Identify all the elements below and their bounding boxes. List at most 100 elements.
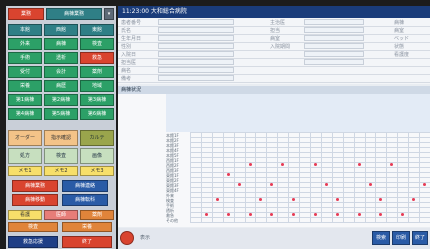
form-label: 担当医 — [121, 60, 137, 66]
quick-button-3[interactable]: 処方 — [8, 148, 42, 164]
grid-marker — [226, 213, 230, 216]
grid-hline — [190, 222, 430, 223]
patient-form: 患者番号 主治医 病棟 氏名 担当 病室 生年月日 病室 ベッド 性別 入院期間… — [118, 18, 430, 84]
grid-hline — [190, 157, 430, 158]
form-field[interactable] — [304, 51, 364, 57]
quick-button-0[interactable]: オーダー — [8, 130, 42, 146]
action-button-8[interactable]: 栄養 — [62, 222, 112, 232]
form-label: 患者番号 — [121, 20, 142, 26]
grid-marker — [335, 198, 339, 201]
grid-hline — [190, 217, 430, 218]
grid-button-20[interactable]: 第6病棟 — [80, 108, 114, 120]
action-button-1[interactable]: 病棟連絡 — [62, 180, 108, 192]
form-field[interactable] — [158, 51, 234, 57]
grid-hline — [190, 202, 430, 203]
action-button-3[interactable]: 病棟転科 — [62, 194, 108, 206]
grid-button-4[interactable]: 病棟 — [44, 38, 78, 50]
record-button[interactable] — [120, 231, 134, 245]
action-button-6[interactable]: 薬剤 — [80, 210, 114, 220]
grid-button-2[interactable]: 東館 — [80, 24, 114, 36]
form-field[interactable] — [304, 35, 364, 41]
grid-button-15[interactable]: 第1病棟 — [8, 94, 42, 106]
tab-task[interactable]: 業務 — [8, 8, 44, 20]
grid-button-13[interactable]: 病歴 — [44, 80, 78, 92]
quick-button-4[interactable]: 検査 — [44, 148, 78, 164]
form-row: 備考 — [118, 74, 430, 83]
action-button-4[interactable]: 看護 — [8, 210, 42, 220]
grid-button-5[interactable]: 検査 — [80, 38, 114, 50]
tab-dropdown[interactable]: ▾ — [104, 8, 114, 20]
quick-button-1[interactable]: 指示確認 — [44, 130, 78, 146]
grid-hline — [190, 187, 430, 188]
quick-button-5[interactable]: 画像 — [80, 148, 114, 164]
grid-button-0[interactable]: 本館 — [8, 24, 42, 36]
grid-button-1[interactable]: 西館 — [44, 24, 78, 36]
form-field[interactable] — [304, 19, 364, 25]
grid-hline — [190, 142, 430, 143]
grid-hline — [190, 137, 430, 138]
action-button-7[interactable]: 検査 — [8, 222, 58, 232]
grid-header — [166, 94, 430, 132]
quick-button-2[interactable]: カルテ — [80, 130, 114, 146]
grid-button-10[interactable]: 会計 — [44, 66, 78, 78]
grid-marker — [313, 163, 317, 166]
action-button-9[interactable]: 救急応援 — [8, 236, 58, 248]
action-button-0[interactable]: 病棟業務 — [12, 180, 58, 192]
form-field[interactable] — [158, 67, 234, 73]
grid-hline — [190, 182, 430, 183]
form-field[interactable] — [304, 27, 364, 33]
quick-button-7[interactable]: メモ2 — [44, 166, 78, 176]
grid-marker — [259, 198, 263, 201]
grid-button-7[interactable]: 透析 — [44, 52, 78, 64]
grid-marker — [368, 183, 372, 186]
form-field[interactable] — [158, 19, 234, 25]
form-label: 看護度 — [394, 52, 410, 58]
grid-button-8[interactable]: 救急 — [80, 52, 114, 64]
form-label: 性別 — [121, 44, 132, 50]
form-field[interactable] — [304, 59, 364, 65]
grid-cells — [190, 132, 430, 223]
grid-marker — [270, 183, 274, 186]
bottom-button-0[interactable]: 検索 — [372, 231, 390, 245]
grid-marker — [226, 173, 230, 176]
grid-hline — [190, 197, 430, 198]
action-button-10[interactable]: 終了 — [62, 236, 112, 248]
grid-button-3[interactable]: 外来 — [8, 38, 42, 50]
ward-grid: 本館1F 本館2F 本館3F 本館4F 本館5F 西館1F 西館2F 西館3F … — [118, 94, 430, 227]
grid-hline — [190, 132, 430, 133]
bottom-button-1[interactable]: 印刷 — [392, 231, 410, 245]
grid-button-16[interactable]: 第2病棟 — [44, 94, 78, 106]
grid-button-18[interactable]: 第4病棟 — [8, 108, 42, 120]
form-field[interactable] — [158, 43, 234, 49]
quick-button-8[interactable]: メモ3 — [80, 166, 114, 176]
screen: 業務 病棟業務 ▾ 本館 西館 東館 外来 病棟 検査 手術 透析 救急 受付 … — [0, 0, 430, 249]
bottom-button-2[interactable]: 終了 — [412, 231, 428, 245]
action-button-2[interactable]: 病棟移動 — [12, 194, 58, 206]
grid-button-17[interactable]: 第3病棟 — [80, 94, 114, 106]
form-field[interactable] — [158, 27, 234, 33]
form-field[interactable] — [158, 75, 234, 81]
grid-button-19[interactable]: 第5病棟 — [44, 108, 78, 120]
grid-button-14[interactable]: 地域 — [80, 80, 114, 92]
grid-hline — [190, 177, 430, 178]
grid-hline — [190, 207, 430, 208]
grid-button-6[interactable]: 手術 — [8, 52, 42, 64]
form-label: 備考 — [121, 76, 132, 82]
grid-button-11[interactable]: 薬剤 — [80, 66, 114, 78]
grid-button-12[interactable]: 栄養 — [8, 80, 42, 92]
grid-marker — [237, 183, 241, 186]
row-label: その他 — [166, 218, 178, 223]
form-field[interactable] — [158, 59, 234, 65]
form-field[interactable] — [158, 35, 234, 41]
grid-marker — [357, 213, 361, 216]
grid-hline — [190, 192, 430, 193]
quick-button-6[interactable]: メモ1 — [8, 166, 42, 176]
grid-marker — [324, 183, 328, 186]
grid-marker — [215, 198, 219, 201]
form-field[interactable] — [304, 43, 364, 49]
action-button-5[interactable]: 医師 — [44, 210, 78, 220]
tab-ward-task[interactable]: 病棟業務 — [46, 8, 102, 20]
grid-button-9[interactable]: 受付 — [8, 66, 42, 78]
grid-marker — [270, 213, 274, 216]
grid-marker — [292, 198, 296, 201]
